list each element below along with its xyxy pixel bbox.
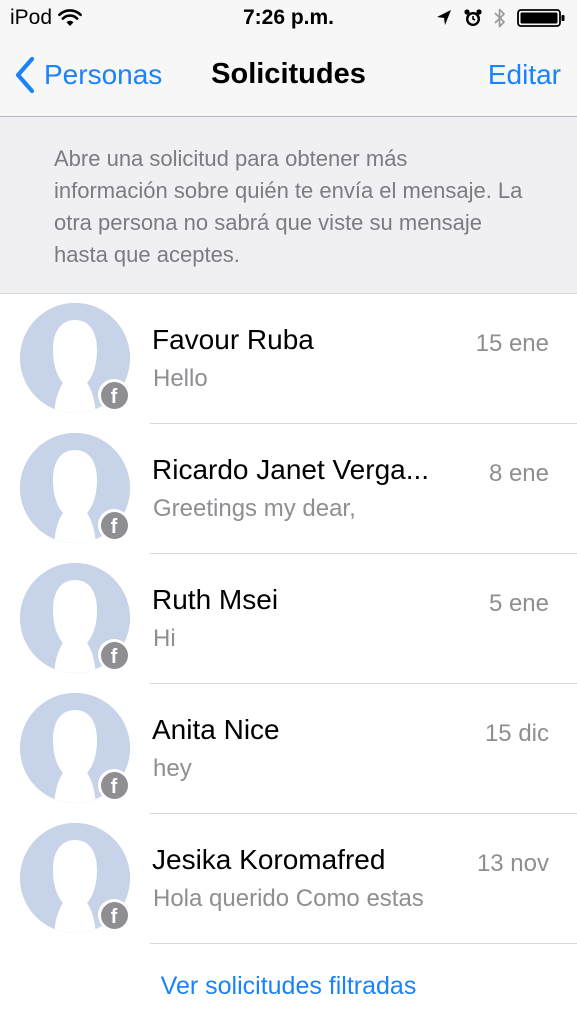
sender-name: Ruth Msei xyxy=(152,584,279,615)
info-banner: Abre una solicitud para obtener más info… xyxy=(0,117,577,294)
message-preview: hey xyxy=(153,755,192,782)
facebook-badge-icon: f xyxy=(98,769,130,801)
avatar: f xyxy=(20,563,130,673)
info-text: Abre una solicitud para obtener más info… xyxy=(54,146,523,267)
avatar: f xyxy=(20,303,130,413)
facebook-badge-icon: f xyxy=(98,639,130,671)
message-preview: Hola querido Como estas xyxy=(153,885,424,912)
request-list: f Favour Ruba 15 ene Hello f Ricardo Jan… xyxy=(0,294,577,944)
bluetooth-icon xyxy=(493,7,507,29)
row-divider xyxy=(150,943,577,944)
facebook-badge-icon: f xyxy=(98,899,130,931)
alarm-clock-icon xyxy=(463,8,483,28)
message-preview: Hi xyxy=(153,625,176,652)
message-date: 15 ene xyxy=(475,330,549,357)
battery-icon xyxy=(517,8,567,28)
avatar: f xyxy=(20,823,130,933)
location-arrow-icon xyxy=(435,8,453,28)
request-row[interactable]: f Anita Nice 15 dic hey xyxy=(0,684,577,814)
view-filtered-requests-link[interactable]: Ver solicitudes filtradas xyxy=(0,972,577,1001)
facebook-badge-icon: f xyxy=(98,509,130,541)
request-row[interactable]: f Jesika Koromafred 13 nov Hola querido … xyxy=(0,814,577,944)
message-date: 15 dic xyxy=(484,720,549,747)
request-row[interactable]: f Ruth Msei 5 ene Hi xyxy=(0,554,577,684)
sender-name: Favour Ruba xyxy=(152,324,314,355)
edit-button[interactable]: Editar xyxy=(488,59,561,91)
message-date: 13 nov xyxy=(476,850,549,877)
sender-name: Jesika Koromafred xyxy=(152,844,386,875)
message-requests-screen: iPod 7:26 p.m. Personas Solicitudes Edit… xyxy=(0,0,577,1024)
message-preview: Hello xyxy=(153,365,208,392)
navigation-bar: Personas Solicitudes Editar xyxy=(0,38,577,117)
sender-name: Ricardo Janet Verga... xyxy=(152,454,430,485)
request-row[interactable]: f Ricardo Janet Verga... 8 ene Greetings… xyxy=(0,424,577,554)
message-date: 5 ene xyxy=(488,590,549,617)
message-preview: Greetings my dear, xyxy=(153,495,356,522)
status-right xyxy=(435,7,567,29)
request-row[interactable]: f Favour Ruba 15 ene Hello xyxy=(0,294,577,424)
avatar: f xyxy=(20,693,130,803)
sender-name: Anita Nice xyxy=(152,714,280,745)
status-bar: iPod 7:26 p.m. xyxy=(0,0,577,38)
message-date: 8 ene xyxy=(488,460,549,487)
avatar: f xyxy=(20,433,130,543)
facebook-badge-icon: f xyxy=(98,379,130,411)
